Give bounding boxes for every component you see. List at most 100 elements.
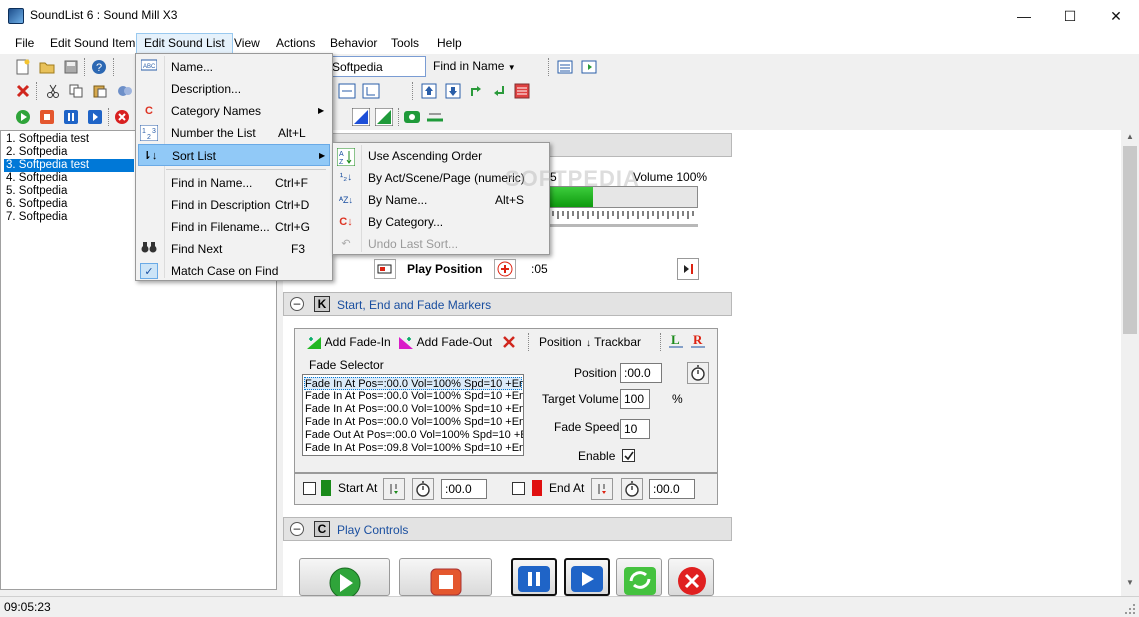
maximize-button[interactable]: ☐ [1047, 0, 1093, 32]
menu-item-category-names[interactable]: C Category Names ▶ [138, 100, 330, 122]
start-stopwatch-icon[interactable] [412, 478, 434, 500]
menu-item-number-the-list[interactable]: 123 Number the List Alt+L [138, 122, 330, 144]
end-trackbar-icon[interactable] [591, 478, 613, 500]
fade-list-item[interactable]: Fade In At Pos=:00.0 Vol=100% Spd=10 +En… [305, 390, 523, 403]
resume-icon[interactable] [86, 108, 104, 126]
menu-item-name[interactable]: ABC Name... [138, 56, 330, 78]
list-icon[interactable] [513, 82, 531, 100]
move-top-icon[interactable] [467, 82, 485, 100]
stop-icon[interactable] [38, 108, 56, 126]
play-controls-header[interactable]: – C Play Controls [283, 517, 732, 541]
target-volume-field[interactable] [620, 389, 650, 409]
delete-icon[interactable] [14, 82, 32, 100]
stop-all-button[interactable] [668, 558, 714, 596]
paste-icon[interactable] [91, 82, 109, 100]
menu-help[interactable]: Help [430, 35, 469, 53]
scroll-up-icon[interactable]: ▲ [1123, 132, 1137, 144]
list-item[interactable]: 5. Softpedia [4, 185, 69, 198]
collapse-icon[interactable]: – [290, 297, 304, 311]
list-item[interactable]: 2. Softpedia [4, 146, 69, 159]
pause-button[interactable] [511, 558, 557, 596]
fade-list-item[interactable]: Fade In At Pos=:09.8 Vol=100% Spd=10 +En… [305, 442, 523, 455]
details-view-icon[interactable] [556, 58, 574, 76]
position-trackbar[interactable] [547, 210, 698, 220]
skip-end-icon[interactable] [677, 258, 699, 280]
menu-item-find-in-filename[interactable]: Find in Filename... Ctrl+G [138, 216, 330, 238]
menu-view[interactable]: View [227, 35, 267, 53]
find-mode-select[interactable]: Find in Name ▼ [430, 56, 522, 77]
vertical-scrollbar[interactable]: ▲ ▼ [1121, 130, 1139, 596]
menu-file[interactable]: File [8, 35, 41, 53]
stop-button[interactable] [399, 558, 492, 596]
list-item-selected[interactable]: 3. Softpedia test [4, 159, 134, 172]
start-at-field[interactable] [441, 479, 487, 499]
menu-item-find-in-description[interactable]: Find in Description Ctrl+D [138, 194, 330, 216]
loop-icon[interactable] [338, 82, 356, 100]
resize-grip-icon[interactable] [1124, 603, 1136, 615]
end-at-checkbox[interactable] [512, 482, 525, 495]
move-bottom-icon[interactable] [490, 82, 508, 100]
left-marker-icon[interactable]: L [667, 332, 685, 350]
right-marker-icon[interactable]: R [689, 332, 707, 350]
menu-item-ascending-order[interactable]: AZ Use Ascending Order [335, 145, 547, 167]
markers-section-header[interactable]: – K Start, End and Fade Markers [283, 292, 732, 316]
copy-icon[interactable] [67, 82, 85, 100]
fade-list-item[interactable]: Fade In At Pos=:00.0 Vol=100% Spd=10 +En… [304, 377, 523, 390]
menu-item-sort-by-name[interactable]: ᴬZ↓ By Name... Alt+S [335, 189, 547, 211]
stopwatch-icon[interactable] [687, 362, 709, 384]
enable-checkbox[interactable] [622, 449, 635, 462]
battery-icon[interactable] [374, 259, 396, 279]
add-fade-in-button[interactable]: Add Fade-In [306, 334, 391, 350]
trackbar-button[interactable]: ↓ Trackbar [586, 334, 641, 350]
menu-edit-sound-item[interactable]: Edit Sound Item [43, 35, 142, 53]
step-icon[interactable] [362, 82, 380, 100]
open-icon[interactable] [38, 58, 56, 76]
minimize-button[interactable]: — [1001, 0, 1047, 32]
move-down-icon[interactable] [444, 82, 462, 100]
save-icon[interactable] [62, 58, 80, 76]
properties-icon[interactable] [116, 82, 134, 100]
menu-item-sort-list[interactable]: ⇂↓ Sort List ▶ [138, 144, 330, 166]
cut-icon[interactable] [44, 82, 62, 100]
new-icon[interactable] [14, 58, 32, 76]
help-icon[interactable]: ? [90, 58, 108, 76]
play-icon[interactable] [14, 108, 32, 126]
search-input[interactable] [328, 56, 426, 77]
menu-item-find-in-name[interactable]: Find in Name... Ctrl+F [138, 172, 330, 194]
start-trackbar-icon[interactable] [383, 478, 405, 500]
position-button[interactable]: Position [539, 335, 582, 349]
fade-blue-icon[interactable] [352, 108, 370, 126]
resume-button[interactable] [564, 558, 610, 596]
end-at-field[interactable] [649, 479, 695, 499]
menu-behavior[interactable]: Behavior [323, 35, 384, 53]
menu-item-find-next[interactable]: Find Next F3 [138, 238, 330, 260]
close-button[interactable]: ✕ [1093, 0, 1139, 32]
menu-item-sort-by-category[interactable]: C↓ By Category... [335, 211, 547, 233]
menu-item-undo-last-sort[interactable]: ↶ Undo Last Sort... [335, 233, 547, 255]
end-stopwatch-icon[interactable] [621, 478, 643, 500]
fade-list-item[interactable]: Fade In At Pos=:00.0 Vol=100% Spd=10 +En… [305, 403, 523, 416]
fade-selector-list[interactable]: Fade In At Pos=:00.0 Vol=100% Spd=10 +En… [302, 374, 524, 456]
menu-item-description[interactable]: Description... [138, 78, 330, 100]
fade-list-item[interactable]: Fade In At Pos=:00.0 Vol=100% Spd=10 +En… [305, 416, 523, 429]
scroll-thumb[interactable] [1123, 146, 1137, 334]
add-fade-out-button[interactable]: Add Fade-Out [398, 334, 492, 350]
pause-icon[interactable] [62, 108, 80, 126]
list-item[interactable]: 1. Softpedia test [4, 133, 91, 146]
menu-actions[interactable]: Actions [269, 35, 322, 53]
restart-button[interactable] [616, 558, 662, 596]
record-icon[interactable] [403, 108, 421, 126]
fade-green-icon[interactable] [375, 108, 393, 126]
menu-edit-sound-list[interactable]: Edit Sound List [136, 33, 233, 54]
fade-speed-field[interactable] [620, 419, 650, 439]
delete-fade-icon[interactable] [500, 333, 518, 351]
list-item[interactable]: 6. Softpedia [4, 198, 69, 211]
start-at-checkbox[interactable] [303, 482, 316, 495]
stop-all-icon[interactable] [113, 108, 131, 126]
play-button[interactable] [299, 558, 390, 599]
add-marker-icon[interactable] [494, 259, 516, 279]
move-up-icon[interactable] [420, 82, 438, 100]
trim-icon[interactable] [426, 108, 444, 126]
menu-tools[interactable]: Tools [384, 35, 426, 53]
fade-position-field[interactable] [620, 363, 662, 383]
